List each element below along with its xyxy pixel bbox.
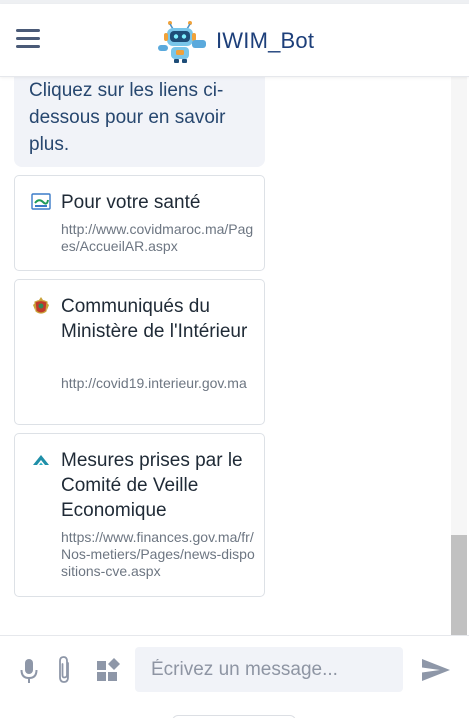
hamburger-menu-icon[interactable]	[16, 29, 42, 49]
link-url: http://www.covidmaroc.ma/Pages/AccueilAR…	[61, 221, 254, 254]
chat-header: IWIM_Bot	[0, 4, 469, 77]
scrollbar-thumb[interactable]	[451, 535, 467, 635]
bot-title: IWIM_Bot	[216, 28, 315, 53]
message-composer	[0, 635, 469, 718]
bot-message-text: Cliquez sur les liens ci-dessous pour en…	[29, 80, 226, 155]
link-card[interactable]: Mesures prises par le Comité de Veille E…	[14, 433, 265, 597]
link-title: Pour votre santé	[61, 192, 201, 213]
link-title: Mesures prises par le Comité de Veille E…	[61, 450, 243, 521]
finance-ministry-favicon	[33, 455, 49, 465]
link-card[interactable]: Communiqués du Ministère de l'Intérieur …	[14, 279, 265, 425]
brand: IWIM_Bot	[156, 18, 314, 64]
link-url: https://www.finances.gov.ma/fr/Nos-metie…	[61, 529, 255, 579]
attachment-icon[interactable]	[54, 655, 74, 685]
bot-message-bubble: Cliquez sur les liens ci-dessous pour en…	[14, 77, 265, 167]
chat-app: IWIM_Bot Cliquez sur les liens ci-dessou…	[0, 0, 469, 718]
link-title: Communiqués du Ministère de l'Intérieur	[61, 296, 248, 342]
message-list: Cliquez sur les liens ci-dessous pour en…	[0, 77, 469, 635]
covid-maroc-favicon	[31, 193, 51, 210]
link-url: http://covid19.interieur.gov.ma	[61, 375, 247, 391]
link-card[interactable]: Pour votre santé http://www.covidmaroc.m…	[14, 175, 265, 271]
widgets-icon[interactable]	[96, 658, 122, 684]
send-icon[interactable]	[421, 658, 451, 682]
ministry-emblem-favicon	[33, 297, 49, 314]
message-input[interactable]	[135, 647, 403, 692]
microphone-icon[interactable]	[19, 658, 39, 684]
robot-logo-icon	[158, 21, 206, 63]
chat-scrollbar[interactable]	[451, 77, 467, 635]
